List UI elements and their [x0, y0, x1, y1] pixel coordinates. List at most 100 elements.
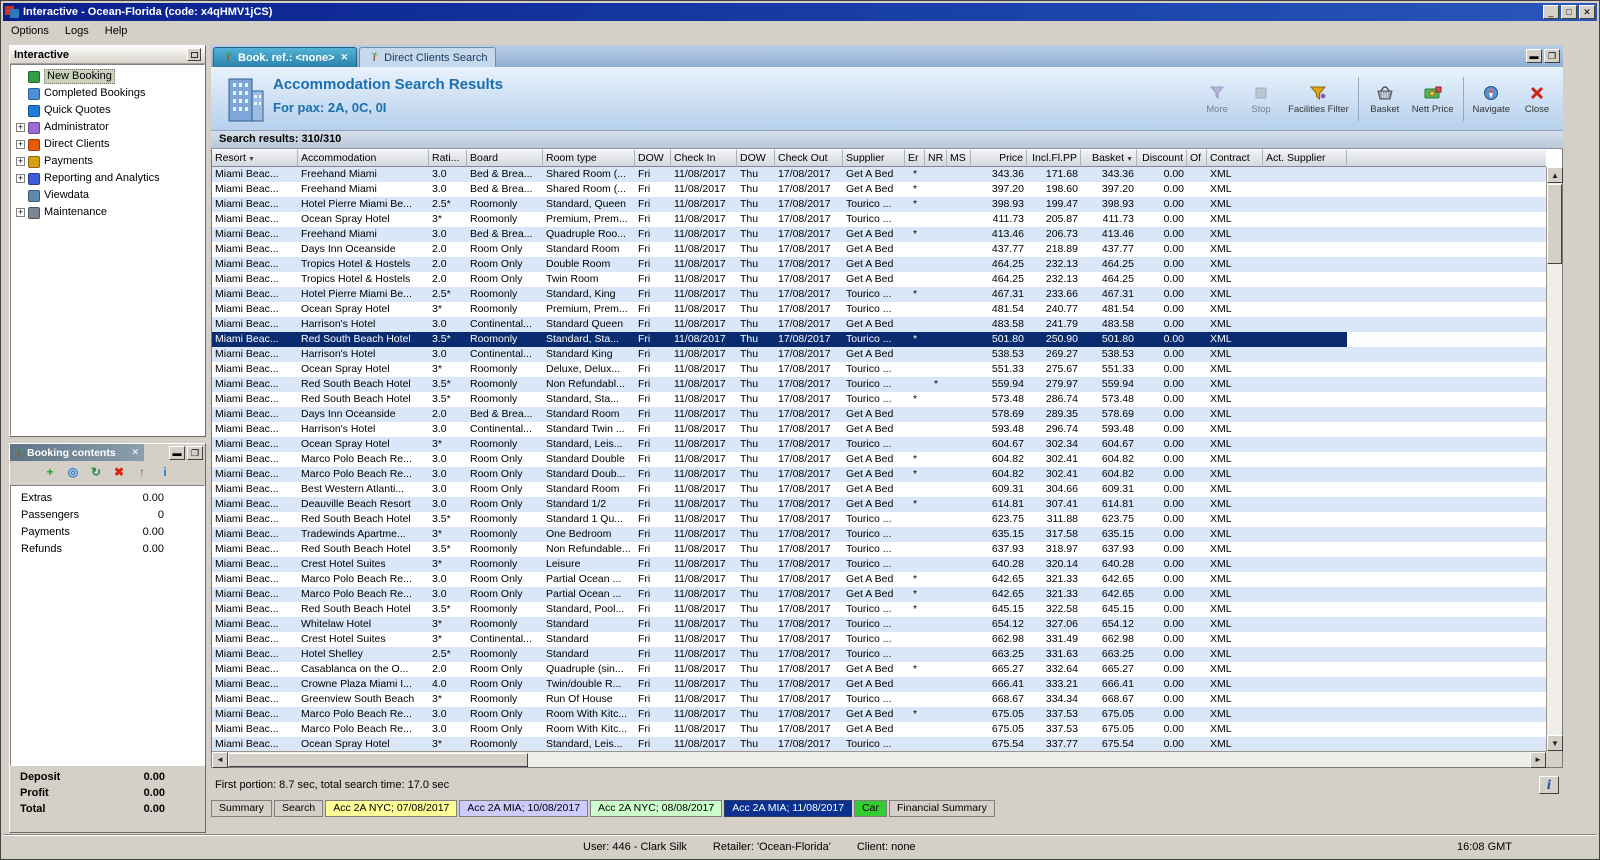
table-row[interactable]: Miami Beac... Best Western Atlanti... 3.0 R…: [212, 482, 1546, 497]
bottom-tab-acc-2a-nyc-07-08-2017[interactable]: Acc 2A NYC; 07/08/2017: [325, 800, 458, 817]
sidebar-item-completed-bookings[interactable]: Completed Bookings: [11, 85, 204, 102]
column-header-board[interactable]: Board: [467, 149, 543, 167]
facilities-filter-button[interactable]: Facilities Filter: [1283, 82, 1354, 117]
tab-direct-clients-search[interactable]: Direct Clients Search: [359, 47, 497, 67]
table-row[interactable]: Miami Beac... Crowne Plaza Miami I... 4.0 R…: [212, 677, 1546, 692]
column-header-price[interactable]: Price: [971, 149, 1027, 167]
column-header-basket[interactable]: Basket ▼: [1081, 149, 1137, 167]
basket-button[interactable]: Basket: [1363, 82, 1407, 117]
column-header-nr[interactable]: NR: [925, 149, 947, 167]
table-row[interactable]: Miami Beac... Marco Polo Beach Re... 3.0 Ro…: [212, 587, 1546, 602]
navigate-button[interactable]: Navigate: [1468, 82, 1516, 117]
bottom-tab-acc-2a-mia-10-08-2017[interactable]: Acc 2A MIA; 10/08/2017: [459, 800, 589, 817]
table-row[interactable]: Miami Beac... Harrison's Hotel 3.0 Continen…: [212, 422, 1546, 437]
table-row[interactable]: Miami Beac... Greenview South Beach 3* Room…: [212, 692, 1546, 707]
delete-icon[interactable]: ✖: [111, 465, 127, 481]
vertical-scrollbar[interactable]: ▲ ▼: [1546, 167, 1563, 751]
expander-icon[interactable]: +: [16, 123, 25, 132]
table-row[interactable]: Miami Beac... Marco Polo Beach Re... 3.0 Ro…: [212, 452, 1546, 467]
scroll-up-icon[interactable]: ▲: [1547, 167, 1563, 183]
bottom-tab-summary[interactable]: Summary: [211, 800, 272, 817]
table-row[interactable]: Miami Beac... Crest Hotel Suites 3* Roomonl…: [212, 557, 1546, 572]
tab-close-icon[interactable]: ✕: [341, 52, 349, 63]
sidebar-item-viewdata[interactable]: Viewdata: [11, 187, 204, 204]
info-icon[interactable]: i: [157, 465, 173, 481]
refresh-icon[interactable]: ↻: [88, 465, 104, 481]
column-header-accommodation[interactable]: Accommodation: [298, 149, 429, 167]
table-row[interactable]: Miami Beac... Marco Polo Beach Re... 3.0 Ro…: [212, 572, 1546, 587]
table-row[interactable]: Miami Beac... Red South Beach Hotel 3.5* Ro…: [212, 332, 1546, 347]
table-row[interactable]: Miami Beac... Ocean Spray Hotel 3* Roomonly…: [212, 212, 1546, 227]
menu-options[interactable]: Options: [3, 22, 57, 40]
column-header-check-in[interactable]: Check In: [671, 149, 737, 167]
table-row[interactable]: Miami Beac... Freehand Miami 3.0 Bed & Brea…: [212, 167, 1546, 182]
table-row[interactable]: Miami Beac... Marco Polo Beach Re... 3.0 Ro…: [212, 707, 1546, 722]
sidebar-item-quick-quotes[interactable]: Quick Quotes: [11, 102, 204, 119]
booking-minimize-button[interactable]: ▬: [169, 445, 185, 460]
scroll-left-icon[interactable]: ◄: [212, 751, 228, 768]
table-row[interactable]: Miami Beac... Ocean Spray Hotel 3* Roomonly…: [212, 437, 1546, 452]
sidebar-item-administrator[interactable]: + Administrator: [11, 119, 204, 136]
menu-logs[interactable]: Logs: [57, 22, 97, 40]
column-header-rati[interactable]: Rati...: [429, 149, 467, 167]
bottom-tab-acc-2a-mia-11-08-2017[interactable]: Acc 2A MIA; 11/08/2017: [724, 800, 853, 817]
table-row[interactable]: Miami Beac... Days Inn Oceanside 2.0 Bed & …: [212, 407, 1546, 422]
booking-contents-row[interactable]: Passengers 0: [11, 506, 204, 523]
table-row[interactable]: Miami Beac... Hotel Pierre Miami Be... 2.5…: [212, 287, 1546, 302]
mdi-minimize-button[interactable]: ▬: [1526, 49, 1542, 63]
table-row[interactable]: Miami Beac... Marco Polo Beach Re... 3.0 Ro…: [212, 467, 1546, 482]
expander-icon[interactable]: +: [16, 208, 25, 217]
move-up-icon[interactable]: ↑: [134, 465, 150, 481]
table-row[interactable]: Miami Beac... Red South Beach Hotel 3.5* Ro…: [212, 542, 1546, 557]
stop-button[interactable]: Stop: [1239, 82, 1283, 117]
table-row[interactable]: Miami Beac... Days Inn Oceanside 2.0 Room O…: [212, 242, 1546, 257]
minimize-button[interactable]: _: [1543, 5, 1559, 19]
table-row[interactable]: Miami Beac... Hotel Pierre Miami Be... 2.5…: [212, 197, 1546, 212]
booking-contents-row[interactable]: Refunds 0.00: [11, 540, 204, 557]
table-row[interactable]: Miami Beac... Ocean Spray Hotel 3* Roomonly…: [212, 737, 1546, 751]
table-row[interactable]: Miami Beac... Ocean Spray Hotel 3* Roomonly…: [212, 302, 1546, 317]
more-button[interactable]: More: [1195, 82, 1239, 117]
info-button[interactable]: i: [1539, 776, 1559, 794]
table-row[interactable]: Miami Beac... Tropics Hotel & Hostels 2.0 R…: [212, 257, 1546, 272]
table-row[interactable]: Miami Beac... Freehand Miami 3.0 Bed & Brea…: [212, 182, 1546, 197]
panel-pin-button[interactable]: [187, 48, 201, 61]
column-header-room-type[interactable]: Room type: [543, 149, 635, 167]
booking-contents-row[interactable]: Extras 0.00: [11, 489, 204, 506]
nett-price-button[interactable]: Nett Price: [1407, 82, 1459, 117]
column-header-ms[interactable]: MS: [947, 149, 971, 167]
bottom-tab-car[interactable]: Car: [854, 800, 887, 817]
column-header-er[interactable]: Er: [905, 149, 925, 167]
sidebar-item-reporting-and-analytics[interactable]: + Reporting and Analytics: [11, 170, 204, 187]
column-header-incl-fl-pp[interactable]: Incl.Fl.PP: [1027, 149, 1081, 167]
expander-icon[interactable]: +: [16, 140, 25, 149]
globe-icon[interactable]: ◎: [65, 465, 81, 481]
booking-contents-row[interactable]: Payments 0.00: [11, 523, 204, 540]
table-row[interactable]: Miami Beac... Red South Beach Hotel 3.5* Ro…: [212, 392, 1546, 407]
column-header-dow[interactable]: DOW: [737, 149, 775, 167]
maximize-button[interactable]: □: [1561, 5, 1577, 19]
column-header-act-supplier[interactable]: Act. Supplier: [1263, 149, 1347, 167]
add-icon[interactable]: +: [42, 465, 58, 481]
table-row[interactable]: Miami Beac... Crest Hotel Suites 3* Contine…: [212, 632, 1546, 647]
table-row[interactable]: Miami Beac... Tradewinds Apartme... 3* Room…: [212, 527, 1546, 542]
table-row[interactable]: Miami Beac... Freehand Miami 3.0 Bed & Brea…: [212, 227, 1546, 242]
column-header-resort[interactable]: Resort ▼: [212, 149, 298, 167]
table-row[interactable]: Miami Beac... Marco Polo Beach Re... 3.0 Ro…: [212, 722, 1546, 737]
expander-icon[interactable]: +: [16, 157, 25, 166]
table-row[interactable]: Miami Beac... Red South Beach Hotel 3.5* Ro…: [212, 512, 1546, 527]
column-header-contract[interactable]: Contract: [1207, 149, 1263, 167]
column-header-check-out[interactable]: Check Out: [775, 149, 843, 167]
table-row[interactable]: Miami Beac... Ocean Spray Hotel 3* Roomonly…: [212, 362, 1546, 377]
horizontal-scrollbar[interactable]: ◄ ►: [212, 751, 1546, 768]
tab-book-ref-none[interactable]: Book. ref.: <none> ✕: [213, 47, 358, 67]
sidebar-item-new-booking[interactable]: New Booking: [11, 68, 204, 85]
mdi-restore-button[interactable]: ❐: [1544, 49, 1560, 63]
table-row[interactable]: Miami Beac... Tropics Hotel & Hostels 2.0 R…: [212, 272, 1546, 287]
scroll-right-icon[interactable]: ►: [1530, 751, 1546, 768]
table-row[interactable]: Miami Beac... Whitelaw Hotel 3* Roomonly Sta…: [212, 617, 1546, 632]
column-header-supplier[interactable]: Supplier: [843, 149, 905, 167]
column-header-dow[interactable]: DOW: [635, 149, 671, 167]
booking-restore-button[interactable]: ❐: [187, 445, 203, 460]
close-results-button[interactable]: Close: [1515, 82, 1559, 117]
